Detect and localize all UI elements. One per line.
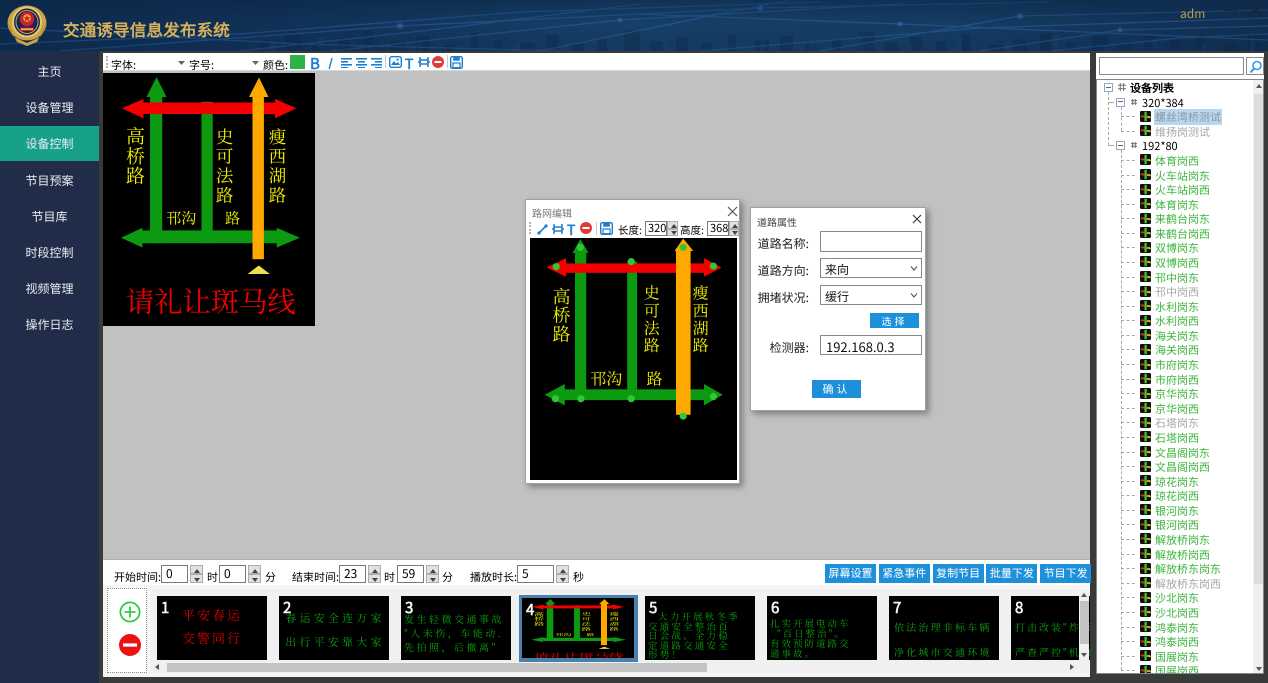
- svg-text:邗沟: 邗沟: [590, 367, 622, 390]
- svg-text:路: 路: [587, 632, 596, 637]
- svg-text:请礼让斑马线: 请礼让斑马线: [126, 280, 296, 321]
- svg-text:路: 路: [269, 183, 287, 208]
- svg-text:路: 路: [646, 367, 662, 390]
- svg-text:路: 路: [610, 626, 620, 632]
- svg-text:路: 路: [553, 320, 571, 346]
- svg-text:路: 路: [126, 161, 145, 188]
- svg-text:路: 路: [644, 333, 660, 356]
- svg-text:邗沟: 邗沟: [166, 208, 196, 229]
- svg-text:路: 路: [582, 626, 592, 632]
- svg-text:路: 路: [216, 183, 234, 208]
- svg-text:邗沟: 邗沟: [555, 632, 571, 637]
- svg-text:请礼让斑马线: 请礼让斑马线: [534, 651, 624, 658]
- svg-text:路: 路: [693, 333, 709, 356]
- svg-text:路: 路: [534, 621, 544, 628]
- svg-text:路: 路: [225, 208, 240, 229]
